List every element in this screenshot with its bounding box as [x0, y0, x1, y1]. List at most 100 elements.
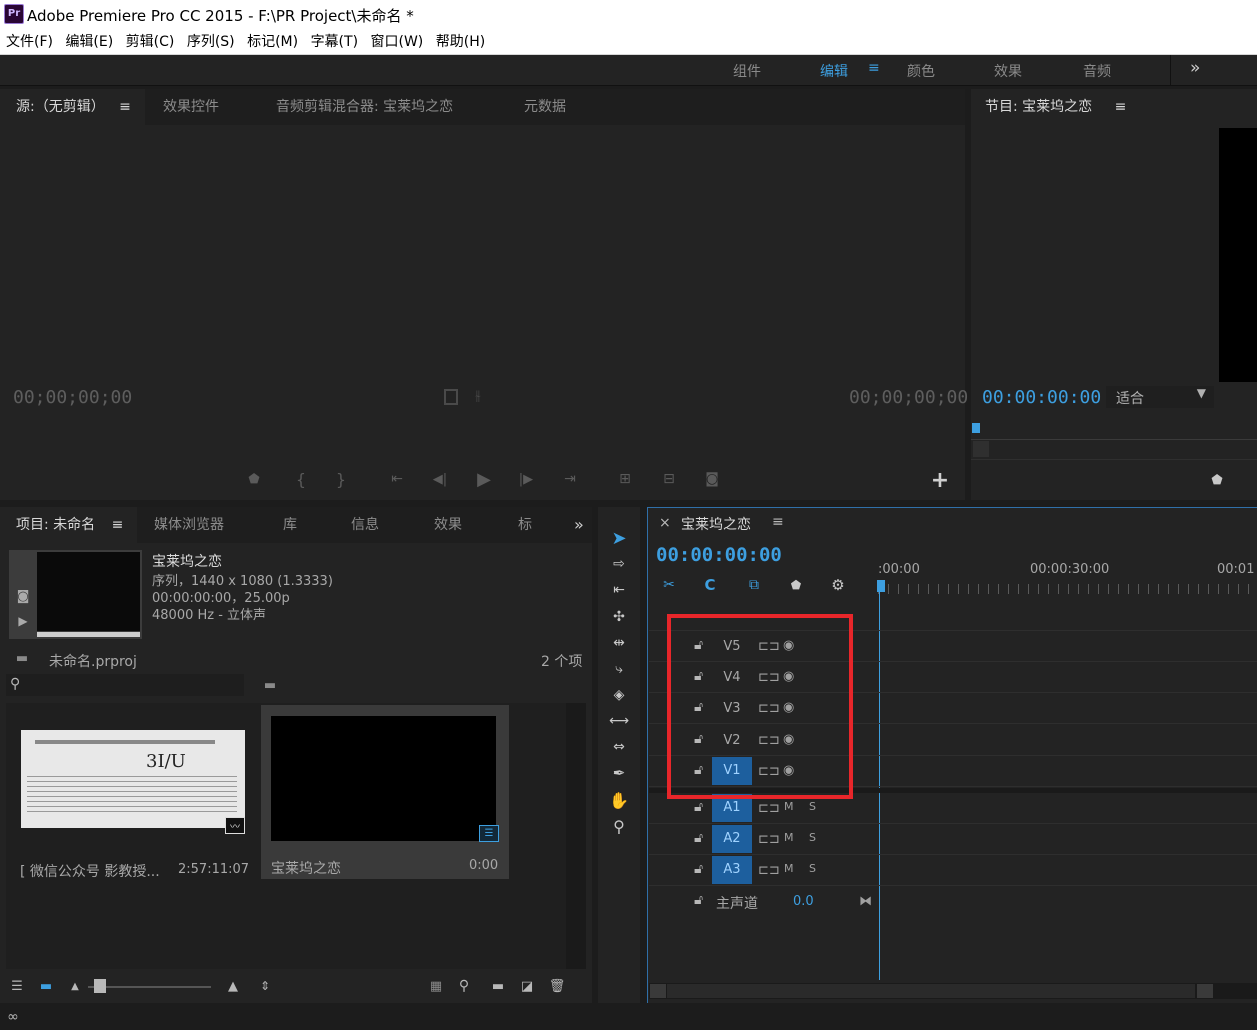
step-forward-icon[interactable]: |▶: [517, 470, 535, 488]
go-to-out-icon[interactable]: ⇥: [560, 470, 580, 488]
insert-icon[interactable]: ⊞: [613, 470, 637, 488]
grid-scrollbar[interactable]: [566, 703, 586, 969]
ws-menu-icon[interactable]: ≡: [868, 60, 880, 76]
solo-button[interactable]: S: [809, 862, 816, 875]
solo-button[interactable]: S: [809, 800, 816, 813]
mute-button[interactable]: M: [784, 831, 794, 844]
ws-tab-audio[interactable]: 音频: [1083, 61, 1111, 81]
timeline-menu-icon[interactable]: ≡: [772, 514, 784, 530]
automate-to-sequence-icon[interactable]: ▦: [426, 978, 446, 994]
go-to-in-icon[interactable]: ⇤: [387, 470, 407, 488]
mark-in-icon[interactable]: {: [293, 470, 309, 489]
project-item[interactable]: ☰ 宝莱坞之恋 0:00: [261, 705, 509, 879]
export-frame-icon[interactable]: ◙: [701, 470, 723, 488]
track-move-tool-icon[interactable]: ⇔: [609, 738, 629, 756]
menu-clip[interactable]: 剪辑(C): [126, 30, 175, 54]
project-search-input[interactable]: ⚲: [6, 674, 244, 696]
tab-project[interactable]: 项目: 未命名 ≡: [0, 507, 137, 543]
track-label[interactable]: A3: [712, 856, 752, 884]
timeline-scrollbar[interactable]: [649, 983, 1257, 999]
rolling-edit-tool-icon[interactable]: ✣: [609, 608, 629, 626]
timeline-scroll-track[interactable]: [667, 984, 1195, 998]
source-timecode-left[interactable]: 00;00;00;00: [13, 387, 132, 408]
playhead-icon[interactable]: [877, 580, 885, 592]
overwrite-icon[interactable]: ⊟: [657, 470, 681, 488]
hand-tool-icon[interactable]: ✋: [609, 790, 629, 810]
clear-icon[interactable]: 🗑: [549, 978, 566, 994]
timeline-marker-icon[interactable]: ⬟: [788, 577, 804, 593]
razor-tool-icon[interactable]: ⤷: [609, 660, 629, 678]
solo-button[interactable]: S: [809, 831, 816, 844]
menu-file[interactable]: 文件(F): [6, 30, 53, 54]
ripple-edit-tool-icon[interactable]: ⇤: [609, 581, 629, 599]
program-scrub-bar[interactable]: [971, 439, 1257, 440]
program-zoom-bar[interactable]: [973, 441, 989, 457]
timeline-timecode[interactable]: 00:00:00:00: [656, 544, 782, 566]
tab-info[interactable]: 信息: [351, 507, 379, 543]
track-label[interactable]: A2: [712, 825, 752, 853]
play-icon[interactable]: ▶: [474, 469, 494, 490]
timeline-scroll-thumb-left[interactable]: [650, 984, 666, 998]
tab-markers[interactable]: 标记: [518, 507, 544, 543]
find-icon[interactable]: ⚲: [456, 977, 472, 995]
slip-tool-icon[interactable]: ◈: [609, 686, 629, 704]
tab-program[interactable]: 节目: 宝莱坞之恋 ≡: [985, 89, 1126, 125]
program-playhead-icon[interactable]: [972, 423, 980, 433]
lock-icon[interactable]: 🔓︎: [694, 799, 703, 815]
zoom-in-icon[interactable]: ▲: [222, 978, 244, 994]
tab-effect-controls[interactable]: 效果控件: [163, 89, 219, 125]
timeline-close-icon[interactable]: ×: [659, 515, 671, 531]
lock-icon[interactable]: 🔓︎: [694, 892, 703, 908]
lock-icon[interactable]: 🔓︎: [694, 830, 703, 846]
zoom-slider-handle[interactable]: [94, 979, 106, 993]
tab-menu-icon[interactable]: ≡: [1115, 99, 1127, 115]
ws-tab-editing[interactable]: 编辑: [820, 61, 848, 81]
program-timecode[interactable]: 00:00:00:00: [982, 387, 1101, 408]
timeline-scroll-thumb-right[interactable]: [1197, 984, 1213, 998]
menu-edit[interactable]: 编辑(E): [65, 30, 113, 54]
audio-wave-icon[interactable]: ⫳: [475, 388, 481, 404]
ws-tab-effects[interactable]: 效果: [994, 61, 1022, 81]
lock-icon[interactable]: 🔓︎: [694, 861, 703, 877]
tab-source[interactable]: 源:（无剪辑） ≡: [0, 89, 145, 125]
icon-view-icon[interactable]: ▬: [38, 978, 54, 994]
time-ruler[interactable]: [878, 584, 1257, 594]
new-item-icon[interactable]: ◪: [519, 978, 535, 994]
track-select-tool-icon[interactable]: ⇨: [609, 555, 629, 573]
add-marker-icon[interactable]: ⬟: [246, 471, 262, 487]
tab-metadata[interactable]: 元数据: [524, 89, 566, 125]
tab-media-browser[interactable]: 媒体浏览器: [154, 507, 224, 543]
list-view-icon[interactable]: ☰: [7, 978, 27, 994]
project-item[interactable]: 3I/U 〰 [ 微信公众号 影教授... 2:57:11:07: [13, 711, 253, 881]
ws-tab-color[interactable]: 颜色: [907, 61, 935, 81]
tab-menu-icon[interactable]: ≡: [119, 99, 131, 115]
creative-cloud-icon[interactable]: ∞: [4, 1008, 22, 1026]
menu-sequence[interactable]: 序列(S): [187, 30, 235, 54]
ws-tab-assembly[interactable]: 组件: [733, 61, 761, 81]
play-thumbnail-icon[interactable]: ▶: [15, 613, 31, 629]
source-timecode-right[interactable]: 00;00;00;00: [849, 387, 968, 408]
tab-effects[interactable]: 效果: [434, 507, 462, 543]
nest-icon[interactable]: ✂: [659, 576, 679, 594]
menu-help[interactable]: 帮助(H): [436, 30, 485, 54]
rate-stretch-tool-icon[interactable]: ⇹: [609, 634, 629, 652]
selection-tool-icon[interactable]: ➤: [609, 528, 629, 549]
master-volume[interactable]: 0.0: [793, 894, 814, 909]
menu-title[interactable]: 字幕(T): [311, 30, 358, 54]
add-button-icon[interactable]: +: [930, 468, 950, 493]
tab-libraries[interactable]: 库: [283, 507, 297, 543]
step-back-icon[interactable]: ◀|: [431, 470, 449, 488]
menu-window[interactable]: 窗口(W): [371, 30, 424, 54]
go-to-master-icon[interactable]: ⧓: [859, 894, 872, 909]
timeline-title[interactable]: 宝莱坞之恋: [681, 514, 751, 534]
tabs-more-icon[interactable]: »: [574, 507, 584, 543]
program-marker-icon[interactable]: ⬟: [1209, 472, 1225, 488]
new-bin-icon[interactable]: ▬: [489, 978, 507, 994]
zoom-out-icon[interactable]: ▲: [68, 980, 82, 992]
mute-button[interactable]: M: [784, 800, 794, 813]
slide-tool-icon[interactable]: ⟷: [609, 712, 629, 730]
new-bin-from-search-icon[interactable]: ▬: [261, 678, 279, 693]
menu-marker[interactable]: 标记(M): [247, 30, 298, 54]
linked-selection-icon[interactable]: ⧉: [744, 576, 764, 594]
pen-tool-icon[interactable]: ✒: [609, 764, 629, 782]
